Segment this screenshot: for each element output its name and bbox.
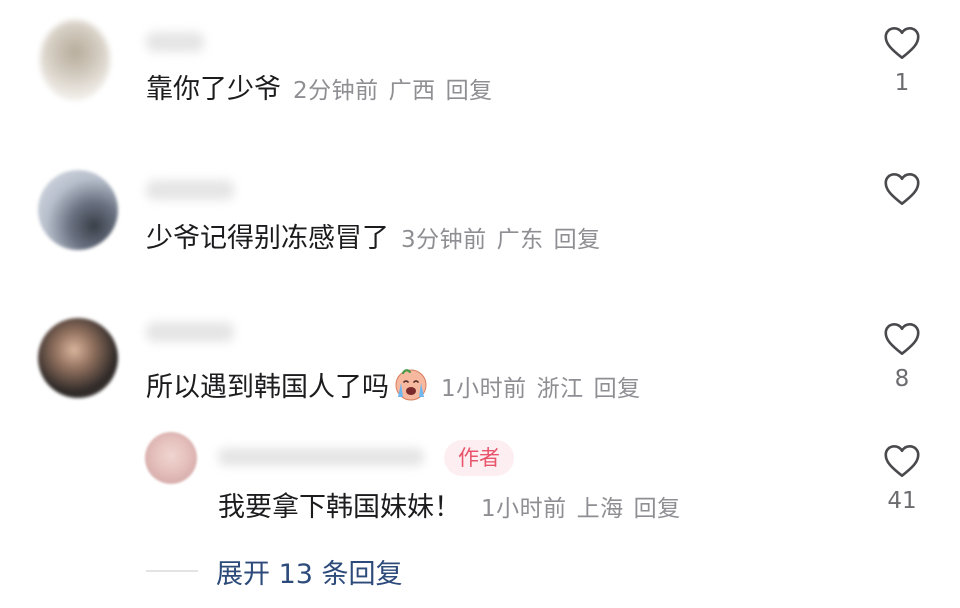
username-blurred[interactable]: [218, 448, 424, 466]
comment-location: 广西: [388, 78, 436, 104]
comment-body: 靠你了少爷: [146, 74, 281, 105]
author-avatar[interactable]: [145, 432, 197, 484]
comment-text: 少爷记得别冻感冒了 3分钟前 广东 回复: [146, 219, 611, 260]
comment-location: 浙江: [536, 376, 584, 402]
comment-meta: 3分钟前 广东 回复: [401, 227, 611, 253]
heart-icon: [884, 173, 920, 205]
like-button[interactable]: 8: [872, 322, 932, 392]
reply-time: 1小时前: [481, 496, 567, 522]
divider: [146, 570, 198, 572]
username-blurred[interactable]: [146, 322, 234, 342]
expand-replies[interactable]: 展开 13 条回复: [146, 548, 403, 594]
avatar[interactable]: [40, 20, 110, 100]
comment-time: 1小时前: [441, 376, 527, 402]
reply-button[interactable]: 回复: [594, 376, 641, 402]
reply-text: 我要拿下韩国妹妹！ 1小时前 上海 回复: [218, 488, 691, 529]
like-button[interactable]: [872, 172, 932, 206]
comment-location: 广东: [496, 227, 544, 253]
reply-body: 我要拿下韩国妹妹！: [218, 492, 461, 523]
like-count: 41: [887, 488, 917, 514]
heart-icon: [884, 445, 920, 477]
reply-button[interactable]: 回复: [554, 227, 601, 253]
comment-time: 3分钟前: [401, 227, 487, 253]
like-count: 8: [894, 366, 910, 392]
author-badge: 作者: [444, 440, 514, 476]
reply-location: 上海: [576, 496, 624, 522]
avatar[interactable]: [38, 170, 118, 250]
comment-text: 所以遇到韩国人了吗 1小时前 浙江 回复: [146, 366, 651, 409]
username-blurred[interactable]: [146, 180, 234, 200]
reply-meta: 1小时前 上海 回复: [481, 496, 691, 522]
username-blurred[interactable]: [146, 32, 204, 52]
crying-face-emoji: [395, 369, 427, 401]
heart-icon: [884, 323, 920, 355]
reply-button[interactable]: 回复: [446, 78, 493, 104]
expand-replies-button[interactable]: 展开 13 条回复: [216, 552, 403, 591]
avatar[interactable]: [38, 318, 118, 398]
comment-body: 少爷记得别冻感冒了: [146, 223, 389, 254]
comment-body: 所以遇到韩国人了吗: [146, 372, 389, 403]
heart-icon: [884, 27, 920, 59]
like-count: 1: [894, 70, 910, 96]
comment-meta: 2分钟前 广西 回复: [293, 78, 503, 104]
comment-time: 2分钟前: [293, 78, 379, 104]
like-button[interactable]: 1: [872, 26, 932, 96]
reply-button[interactable]: 回复: [634, 496, 681, 522]
like-button[interactable]: 41: [872, 444, 932, 514]
comment-text: 靠你了少爷 2分钟前 广西 回复: [146, 70, 503, 111]
comment-meta: 1小时前 浙江 回复: [441, 376, 651, 402]
